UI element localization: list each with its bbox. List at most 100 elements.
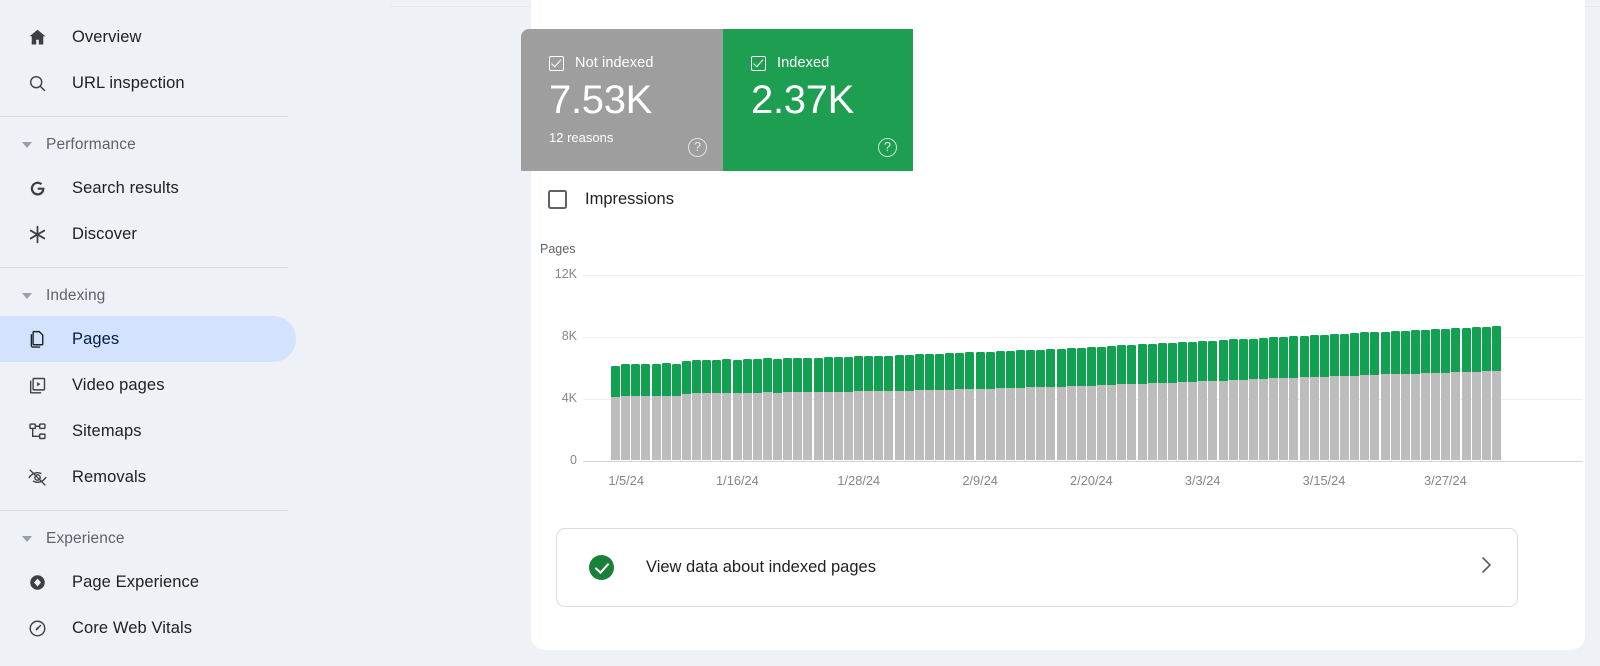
chart-bar[interactable] [1410, 330, 1420, 460]
not-indexed-checkbox[interactable] [549, 55, 564, 71]
chart-bar[interactable] [1299, 335, 1309, 460]
indexed-card[interactable]: Indexed 2.37K ? [723, 29, 913, 171]
chart-bar[interactable] [1026, 349, 1036, 460]
chart-bar[interactable] [702, 359, 712, 460]
sidebar-item-overview[interactable]: Overview [0, 14, 296, 60]
chart-bar[interactable] [1269, 337, 1279, 460]
sidebar-group-performance[interactable]: Performance [0, 127, 390, 163]
chart-bar[interactable] [935, 353, 945, 460]
chart-bar[interactable] [611, 365, 621, 460]
chart-bar[interactable] [1016, 350, 1026, 460]
chart-bar[interactable] [854, 356, 864, 460]
view-indexed-pages-row[interactable]: View data about indexed pages [556, 528, 1518, 607]
chart-bar[interactable] [1117, 345, 1127, 460]
chart-bar[interactable] [1238, 338, 1248, 460]
chart-bar[interactable] [1421, 329, 1431, 460]
chart-bar[interactable] [904, 354, 914, 460]
chart-bar[interactable] [742, 358, 752, 460]
sidebar-item-core-web-vitals[interactable]: Core Web Vitals [0, 605, 296, 651]
chart-bar[interactable] [793, 357, 803, 460]
chart-bar[interactable] [1350, 333, 1360, 460]
chart-bar[interactable] [1046, 349, 1056, 460]
sidebar-item-video-pages[interactable]: Video pages [0, 362, 296, 408]
chart-bar[interactable] [1471, 327, 1481, 460]
chart-bar[interactable] [955, 352, 965, 460]
help-icon[interactable]: ? [688, 138, 707, 157]
chart-bar[interactable] [1066, 348, 1076, 460]
chart-bar[interactable] [1259, 337, 1269, 460]
chart-bar[interactable] [1228, 339, 1238, 460]
chart-bar[interactable] [773, 358, 783, 460]
chart-bar[interactable] [651, 363, 661, 460]
chart-bar[interactable] [1309, 335, 1319, 460]
chart-bar[interactable] [864, 356, 874, 460]
indexed-card-header[interactable]: Indexed [751, 55, 893, 71]
chart-bar[interactable] [1076, 347, 1086, 460]
not-indexed-card-header[interactable]: Not indexed [549, 55, 703, 71]
chart-bar[interactable] [1127, 345, 1137, 460]
chart-bar[interactable] [1370, 331, 1380, 460]
impressions-toggle[interactable]: Impressions [548, 190, 674, 209]
chart-bar[interactable] [924, 354, 934, 460]
chart-bar[interactable] [1157, 343, 1167, 460]
chart-bar[interactable] [732, 359, 742, 460]
indexed-checkbox[interactable] [751, 55, 766, 71]
chart-bar[interactable] [1188, 341, 1198, 460]
sidebar-item-page-experience[interactable]: Page Experience [0, 559, 296, 605]
chart-bar[interactable] [1289, 336, 1299, 460]
help-icon[interactable]: ? [878, 138, 897, 157]
chart-bar[interactable] [914, 354, 924, 460]
chart-bar[interactable] [995, 351, 1005, 460]
chart-bar[interactable] [894, 355, 904, 460]
chart-bar[interactable] [884, 355, 894, 460]
chart-bar[interactable] [1360, 332, 1370, 460]
chart-bar[interactable] [631, 364, 641, 460]
chart-bar[interactable] [945, 353, 955, 460]
chart-bar[interactable] [965, 352, 975, 460]
chart-bar[interactable] [1097, 346, 1107, 460]
chart-bar[interactable] [1451, 328, 1461, 460]
chart-bar[interactable] [641, 364, 651, 460]
chart-bar[interactable] [975, 352, 985, 460]
chart-bar[interactable] [1147, 343, 1157, 460]
chart-bar[interactable] [681, 360, 691, 460]
chart-bar[interactable] [1329, 334, 1339, 460]
chart-bar[interactable] [671, 363, 681, 460]
sidebar-item-url-inspection[interactable]: URL inspection [0, 60, 296, 106]
chart-bar[interactable] [1481, 326, 1491, 460]
chart-bar[interactable] [1005, 350, 1015, 460]
chart-bar[interactable] [823, 357, 833, 460]
chart-bar[interactable] [843, 357, 853, 460]
sidebar-group-indexing[interactable]: Indexing [0, 278, 390, 314]
sidebar-item-sitemaps[interactable]: Sitemaps [0, 408, 296, 454]
sidebar-item-search-results[interactable]: Search results [0, 165, 296, 211]
chart-bar[interactable] [874, 355, 884, 460]
chart-bar[interactable] [1167, 342, 1177, 460]
impressions-checkbox[interactable] [548, 190, 567, 209]
sidebar-item-discover[interactable]: Discover [0, 211, 296, 257]
chart-bar[interactable] [1056, 348, 1066, 460]
chart-bar[interactable] [1279, 336, 1289, 460]
chart-bar[interactable] [1178, 342, 1188, 460]
chart-bar[interactable] [985, 351, 995, 460]
chart-bar[interactable] [621, 364, 631, 460]
sidebar-item-removals[interactable]: Removals [0, 454, 296, 500]
chart-bar[interactable] [1086, 347, 1096, 460]
chart-bar[interactable] [1441, 328, 1451, 460]
chart-bar[interactable] [712, 360, 722, 460]
chart-bar[interactable] [813, 357, 823, 460]
chart-bar[interactable] [762, 358, 772, 460]
chart-bar[interactable] [1340, 333, 1350, 460]
chart-bar[interactable] [1107, 345, 1117, 460]
sidebar-item-pages[interactable]: Pages [0, 316, 296, 362]
chart-bar[interactable] [833, 356, 843, 460]
chart-bar[interactable] [1137, 344, 1147, 460]
chart-bar[interactable] [1319, 334, 1329, 460]
chart-bar[interactable] [1248, 338, 1258, 460]
chart-bar[interactable] [752, 358, 762, 460]
chart-bar[interactable] [1208, 340, 1218, 460]
chart-bar[interactable] [1036, 349, 1046, 460]
chart-bar[interactable] [1491, 326, 1501, 460]
chart-bar[interactable] [1380, 331, 1390, 460]
chart-bar[interactable] [722, 359, 732, 460]
